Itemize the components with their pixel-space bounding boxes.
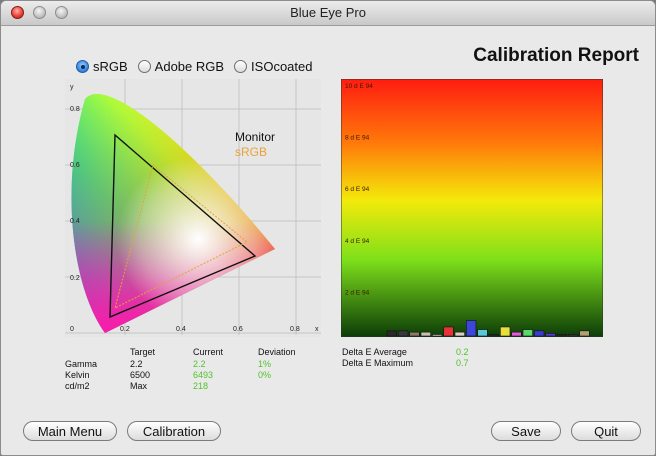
delta-bar (534, 330, 545, 337)
delta-bar (500, 326, 511, 337)
radio-dot-icon (76, 60, 89, 73)
legend-monitor: Monitor (235, 130, 275, 144)
cie-chromaticity-diagram: y 0.8 0.6 0.4 0.2 0 0.2 0.4 0.6 0.8 x Mo… (65, 79, 321, 337)
delta-bar (398, 330, 409, 337)
delta-bar (386, 330, 397, 337)
radio-dot-icon (234, 60, 248, 73)
delta-bar (488, 334, 499, 337)
delta-y-tick: 4 d E 94 (345, 238, 370, 245)
delta-y-tick: 2 d E 94 (345, 289, 370, 296)
delta-y-tick: 10 d E 94 (345, 83, 373, 90)
delta-bar (466, 320, 477, 337)
delta-bar (443, 326, 454, 337)
delta-e-chart: 10 d E 94 8 d E 94 6 d E 94 4 d E 94 2 d E 9… (341, 79, 603, 337)
cie-x-tick: 0.6 (233, 326, 243, 333)
delta-bar (409, 331, 420, 337)
radio-adobe-rgb[interactable]: Adobe RGB (137, 59, 225, 74)
row-label: Kelvin (65, 370, 90, 380)
title-bar: Blue Eye Pro (1, 1, 655, 26)
delta-maximum-label: Delta E Maximum (342, 358, 414, 368)
row-target: Max (130, 381, 148, 391)
radio-srgb[interactable]: sRGB (76, 59, 128, 74)
color-space-radio-group: sRGB Adobe RGB ISOcoated (76, 59, 312, 74)
legend-srgb: sRGB (235, 145, 267, 159)
row-label: cd/m2 (65, 381, 90, 391)
row-current: 2.2 (193, 359, 206, 369)
cie-y-tick: 0 (70, 326, 74, 333)
delta-bar (432, 334, 443, 337)
delta-y-tick: 6 d E 94 (345, 186, 370, 193)
delta-average-value: 0.2 (456, 347, 469, 357)
spectral-locus-fill (71, 93, 275, 333)
radio-label: ISOcoated (251, 59, 313, 74)
radio-label: sRGB (93, 59, 128, 74)
row-current: 218 (193, 381, 209, 391)
delta-bar (420, 331, 431, 337)
row-target: 6500 (130, 370, 151, 380)
radio-dot-icon (137, 60, 151, 73)
delta-bar (522, 329, 533, 337)
delta-bar (477, 329, 488, 337)
cie-y-tick: 0.2 (70, 275, 80, 282)
delta-y-tick: 8 d E 94 (345, 135, 370, 142)
cie-x-tick: 0.2 (120, 326, 130, 333)
save-button[interactable]: Save (491, 421, 561, 441)
calibration-button[interactable]: Calibration (127, 421, 221, 441)
radio-label: Adobe RGB (154, 59, 225, 74)
delta-maximum-value: 0.7 (456, 358, 469, 368)
row-label: Gamma (65, 359, 98, 369)
header-deviation: Deviation (258, 347, 296, 357)
row-current: 6493 (193, 370, 214, 380)
window-title: Blue Eye Pro (290, 5, 366, 20)
main-menu-button[interactable]: Main Menu (23, 421, 117, 441)
cie-y-axis-label: y (70, 84, 74, 91)
delta-bar (454, 331, 465, 337)
radio-isocoated[interactable]: ISOcoated (234, 59, 312, 74)
header-target: Target (130, 347, 156, 357)
cie-x-axis-label: x (315, 326, 319, 333)
cie-x-tick: 0.8 (290, 326, 300, 333)
delta-bar (511, 331, 522, 337)
delta-bar (556, 334, 567, 337)
cie-x-tick: 0.4 (176, 326, 186, 333)
row-deviation: 1% (258, 359, 272, 369)
cie-y-tick: 0.6 (70, 162, 80, 169)
cie-y-tick: 0.4 (70, 218, 80, 225)
app-window: Blue Eye Pro Calibration Report sRGB Ado… (0, 0, 656, 456)
quit-button[interactable]: Quit (571, 421, 641, 441)
delta-bar (568, 334, 579, 337)
row-deviation: 0% (258, 370, 272, 380)
header-current: Current (193, 347, 224, 357)
report-title: Calibration Report (473, 45, 639, 66)
delta-bar (579, 330, 590, 337)
delta-average-label: Delta E Average (342, 347, 407, 357)
row-target: 2.2 (130, 359, 143, 369)
delta-bar (545, 333, 556, 337)
cie-y-tick: 0.8 (70, 106, 80, 113)
delta-chart-background (341, 79, 603, 337)
